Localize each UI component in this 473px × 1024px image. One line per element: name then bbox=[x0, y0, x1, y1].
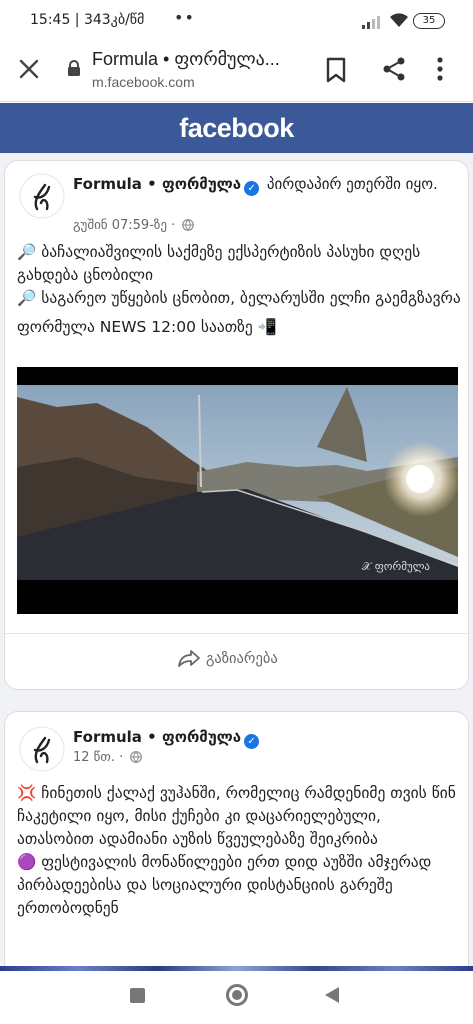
share-label: გაზიარება bbox=[206, 651, 278, 667]
post-meta: 12 წთ. · bbox=[73, 750, 143, 767]
share-arrow-icon bbox=[178, 650, 200, 667]
post-meta: გუშინ 07:59-ზე · bbox=[73, 218, 195, 235]
post-text: 🔎 ბაჩალიაშვილის საქმეზე ექსპერტიზის პასუ… bbox=[17, 241, 462, 339]
share-icon[interactable] bbox=[382, 56, 406, 86]
video-watermark: 𝒳 ფორმულა bbox=[362, 560, 430, 574]
watermark-text: ფორმულა bbox=[374, 560, 430, 573]
post-line: 💢 ჩინეთის ქალაქ ვუჰანში, რომელიც რამდენი… bbox=[17, 784, 456, 848]
lock-icon[interactable] bbox=[67, 60, 81, 81]
signal-icon bbox=[362, 14, 380, 33]
news-feed[interactable]: Formula • ფორმულა ✓ პირდაპირ ეთერში იყო. … bbox=[0, 153, 473, 971]
post-timestamp[interactable]: გუშინ 07:59-ზე · bbox=[73, 218, 175, 233]
browser-url[interactable]: m.facebook.com bbox=[92, 74, 195, 90]
status-bar: 15:45 | 343კბ/წმ •• 35 bbox=[0, 0, 473, 42]
back-icon[interactable] bbox=[325, 987, 339, 1003]
home-icon[interactable] bbox=[226, 984, 248, 1006]
status-dots: •• bbox=[174, 8, 195, 27]
page-name[interactable]: Formula • ფორმულა bbox=[73, 728, 241, 746]
close-icon[interactable] bbox=[17, 57, 41, 81]
facebook-logo[interactable]: facebook bbox=[179, 113, 294, 143]
post-line: 🔎 საგარეო უწყების ცნობით, ბელარუსში ელჩი… bbox=[17, 289, 461, 307]
post-line: 🔎 ბაჩალიაშვილის საქმეზე ექსპერტიზის პასუ… bbox=[17, 243, 421, 284]
post-card: Formula • ფორმულა ✓ პირდაპირ ეთერში იყო. … bbox=[4, 160, 470, 690]
post-card: Formula • ფორმულა ✓ 12 წთ. · 💢 ჩინეთის ქა… bbox=[4, 711, 469, 971]
share-button[interactable]: გაზიარება bbox=[178, 649, 278, 667]
browser-page-title[interactable]: Formula • ფორმულა... bbox=[92, 49, 307, 70]
avatar[interactable] bbox=[19, 726, 65, 772]
video-player[interactable]: 𝒳 ფორმულა bbox=[17, 367, 458, 614]
globe-icon bbox=[182, 219, 195, 235]
avatar[interactable] bbox=[19, 173, 65, 219]
system-nav-bar bbox=[0, 971, 473, 1024]
post-activity: პირდაპირ ეთერში იყო. bbox=[266, 175, 438, 193]
watermark-logo-icon: 𝒳 bbox=[361, 560, 372, 573]
status-time: 15:45 | 343კბ/წმ bbox=[30, 12, 145, 28]
bookmark-icon[interactable] bbox=[325, 57, 347, 87]
recents-icon[interactable] bbox=[130, 988, 145, 1003]
browser-toolbar: Formula • ფორმულა... m.facebook.com bbox=[0, 42, 473, 102]
post-line: ფორმულა NEWS 12:00 საათზე 📲 bbox=[17, 318, 277, 336]
divider bbox=[5, 633, 470, 634]
globe-icon bbox=[130, 751, 143, 767]
post-header: Formula • ფორმულა ✓ bbox=[73, 726, 463, 749]
battery-icon: 35 bbox=[413, 13, 445, 29]
facebook-header: facebook bbox=[0, 103, 473, 153]
post-timestamp[interactable]: 12 წთ. · bbox=[73, 750, 123, 765]
post-line: 🟣 ფესტივალის მონაწილეები ერთ დიდ აუზში ა… bbox=[17, 853, 432, 917]
post-text: 💢 ჩინეთის ქალაქ ვუჰანში, რომელიც რამდენი… bbox=[17, 782, 462, 920]
page-name[interactable]: Formula • ფორმულა bbox=[73, 175, 241, 193]
verified-badge-icon: ✓ bbox=[244, 181, 260, 196]
video-thumbnail bbox=[17, 367, 458, 614]
more-vert-icon[interactable] bbox=[436, 56, 444, 86]
post-header: Formula • ფორმულა ✓ პირდაპირ ეთერში იყო. bbox=[73, 173, 463, 196]
verified-badge-icon: ✓ bbox=[244, 734, 260, 749]
wifi-icon bbox=[389, 12, 409, 32]
